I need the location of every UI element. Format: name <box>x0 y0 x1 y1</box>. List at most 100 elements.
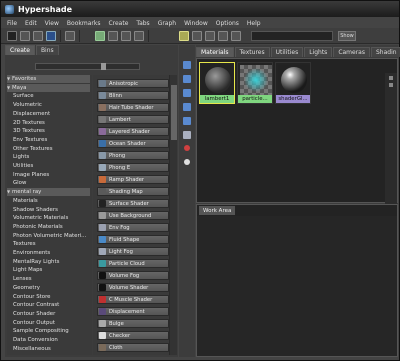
list-view-icon[interactable] <box>183 89 191 97</box>
tree-category-item[interactable]: 2D Textures <box>13 119 45 127</box>
menu-file[interactable]: File <box>7 20 17 27</box>
layout-bottom-icon[interactable] <box>33 31 43 41</box>
tree-category-item[interactable]: Data Conversion <box>13 336 58 344</box>
create-node-button[interactable]: Particle Cloud <box>97 259 169 268</box>
scrollbar-thumb[interactable] <box>171 85 177 140</box>
scroll-down-icon[interactable] <box>389 83 393 87</box>
menu-options[interactable]: Options <box>216 20 239 27</box>
create-node-button[interactable]: Surface Shader <box>97 199 169 208</box>
tab-shading-groups[interactable]: Shadin <box>370 47 400 57</box>
create-node-button[interactable]: Volume Shader <box>97 283 169 292</box>
menu-view[interactable]: View <box>45 20 59 27</box>
menu-window[interactable]: Window <box>184 20 208 27</box>
create-node-button[interactable]: Lambert <box>97 115 169 124</box>
create-node-button[interactable]: Light Fog <box>97 247 169 256</box>
create-node-button[interactable]: C Muscle Shader <box>97 295 169 304</box>
create-node-button[interactable]: Hair Tube Shader <box>97 103 169 112</box>
create-node-button[interactable]: Phong <box>97 151 169 160</box>
create-node-button[interactable]: Env Fog <box>97 223 169 232</box>
create-node-button[interactable]: Use Background <box>97 211 169 220</box>
tree-category-item[interactable]: Shadow Shaders <box>13 206 58 214</box>
create-node-button[interactable]: Anisotropic <box>97 79 169 88</box>
tree-category-item[interactable]: 3D Textures <box>13 127 45 135</box>
tree-category-header[interactable]: ▼ mental ray <box>7 188 90 197</box>
tab-utilities[interactable]: Utilities <box>270 47 304 57</box>
tree-category-item[interactable]: Volumetric Materials <box>13 214 68 222</box>
tree-category-item[interactable]: Lenses <box>13 275 32 283</box>
tree-category-header[interactable]: ▼ Favorites <box>7 75 90 83</box>
work-area-canvas[interactable] <box>197 216 397 356</box>
tree-category-item[interactable]: Displacement <box>13 110 50 118</box>
tab-cameras[interactable]: Cameras <box>333 47 370 57</box>
menu-graph[interactable]: Graph <box>158 20 176 27</box>
panel-resize-handle[interactable] <box>101 63 106 70</box>
tree-category-item[interactable]: Lights <box>13 153 29 161</box>
material-swatch-lambert1[interactable]: lambert1 <box>199 62 235 104</box>
create-panel-scrollbar[interactable] <box>169 75 177 355</box>
menu-create[interactable]: Create <box>108 20 128 27</box>
create-node-button[interactable]: Cloth <box>97 343 169 352</box>
tree-category-item[interactable]: Sample Compositing <box>13 327 69 335</box>
create-node-button[interactable]: Bulge <box>97 319 169 328</box>
tree-category-item[interactable]: Env Textures <box>13 136 47 144</box>
create-node-button[interactable]: Ramp Shader <box>97 175 169 184</box>
zoom-icon[interactable] <box>218 31 228 41</box>
materials-view-scrollbar[interactable] <box>385 73 397 216</box>
create-node-button[interactable]: Checker <box>97 331 169 340</box>
create-node-button[interactable]: Volume Fog <box>97 271 169 280</box>
toggle-create-bar-icon[interactable] <box>7 31 17 41</box>
tree-category-item[interactable]: Contour Contrast <box>13 301 59 309</box>
graph-network-icon[interactable] <box>95 31 105 41</box>
tree-category-item[interactable]: Image Planes <box>13 171 49 179</box>
tree-category-item[interactable]: Other Textures <box>13 145 53 153</box>
create-node-button[interactable]: Ocean Shader <box>97 139 169 148</box>
tree-category-item[interactable]: Volumetric <box>13 101 42 109</box>
tree-category-item[interactable]: Environments <box>13 249 50 257</box>
tab-bins[interactable]: Bins <box>35 45 59 55</box>
create-node-button[interactable]: Displacement <box>97 307 169 316</box>
graph-materials-icon[interactable] <box>65 31 75 41</box>
rearrange-graph-icon[interactable] <box>192 31 202 41</box>
tab-materials[interactable]: Materials <box>196 47 234 57</box>
swatch-view-icon[interactable] <box>183 61 191 69</box>
menu-bookmarks[interactable]: Bookmarks <box>67 20 101 27</box>
tree-category-item[interactable]: Surface <box>13 92 34 100</box>
tab-textures[interactable]: Textures <box>234 47 270 57</box>
input-output-connections-icon[interactable] <box>121 31 131 41</box>
create-node-button[interactable]: Shading Map <box>97 187 169 196</box>
small-icons-icon[interactable] <box>183 75 191 83</box>
frame-all-icon[interactable] <box>231 31 241 41</box>
clear-graph-icon[interactable] <box>179 31 189 41</box>
tree-category-item[interactable]: Utilities <box>13 162 33 170</box>
tab-create[interactable]: Create <box>5 45 35 55</box>
tree-category-item[interactable]: Light Maps <box>13 266 42 274</box>
tree-category-item[interactable]: Contour Shader <box>13 310 55 318</box>
menu-edit[interactable]: Edit <box>25 20 37 27</box>
tree-category-item[interactable]: Contour Store <box>13 293 50 301</box>
material-swatch-particle[interactable]: particle... <box>237 62 273 104</box>
reverse-order-icon[interactable] <box>184 145 190 151</box>
create-node-button[interactable]: Fluid Shape <box>97 235 169 244</box>
sort-by-time-icon[interactable] <box>183 131 191 139</box>
menu-help[interactable]: Help <box>247 20 261 27</box>
tree-category-header[interactable]: ▼ Maya <box>7 83 90 92</box>
tree-category-item[interactable]: Geometry <box>13 284 40 292</box>
create-filter-field[interactable] <box>35 63 140 70</box>
menu-tabs[interactable]: Tabs <box>136 20 149 27</box>
tree-category-item[interactable]: Glow <box>13 179 26 187</box>
layout-top-icon[interactable] <box>20 31 30 41</box>
tab-work-area[interactable]: Work Area <box>199 206 236 215</box>
input-connections-icon[interactable] <box>108 31 118 41</box>
graph-selected-icon[interactable] <box>205 31 215 41</box>
material-swatch-shader-glow[interactable]: shaderGl... <box>275 62 311 104</box>
tree-category-item[interactable]: Photon Volumetric Materi... <box>13 232 86 240</box>
create-node-button[interactable]: Layered Shader <box>97 127 169 136</box>
tree-category-item[interactable]: Miscellaneous <box>13 345 51 353</box>
materials-view[interactable]: lambert1 particle... shaderGl... <box>196 58 398 216</box>
layout-split-icon[interactable] <box>46 31 56 41</box>
tree-category-item[interactable]: MentalRay Lights <box>13 258 59 266</box>
tree-category-item[interactable]: Textures <box>13 240 36 248</box>
show-button[interactable]: Show <box>338 31 356 41</box>
tree-category-item[interactable]: Materials <box>13 197 38 205</box>
scroll-up-icon[interactable] <box>389 76 393 80</box>
